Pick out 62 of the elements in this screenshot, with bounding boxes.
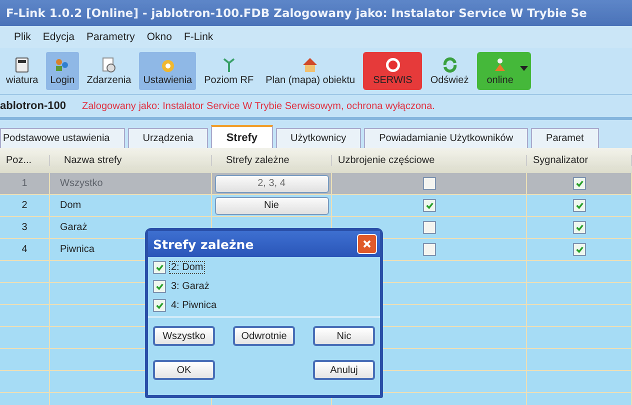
ok-button[interactable]: OK	[153, 360, 215, 380]
checkbox[interactable]	[572, 199, 586, 212]
table-cell: 4	[0, 239, 50, 260]
checkbox[interactable]	[153, 299, 166, 312]
menu-item[interactable]: F-Link	[184, 31, 214, 43]
keypad-icon	[14, 56, 30, 72]
toolbar-button[interactable]: Poziom RF	[200, 52, 258, 90]
column-header[interactable]: Sygnalizator	[527, 155, 632, 166]
cancel-button[interactable]: Anuluj	[313, 360, 375, 380]
toolbar-button[interactable]: wiatura	[2, 52, 42, 90]
table-cell: Dom	[50, 195, 212, 216]
tab[interactable]: Podstawowe ustawienia	[0, 128, 125, 148]
toolbar-button[interactable]: Plan (mapa) obiektu	[262, 52, 360, 90]
window-title: F-Link 1.0.2 [Online] - jablotron-100.FDB Zalogowany jako: Instalator Service W Trybie Se	[6, 6, 587, 20]
table-cell: 2	[0, 195, 50, 216]
toolbar-button[interactable]: Odśwież	[426, 52, 473, 90]
column-header[interactable]: Uzbrojenie częściowe	[332, 155, 527, 166]
antenna-icon	[220, 56, 237, 72]
checkbox[interactable]	[153, 280, 166, 293]
tab[interactable]: Urządzenia	[128, 128, 208, 148]
toolbar-button[interactable]: Zdarzenia	[82, 52, 136, 90]
column-header[interactable]: Strefy zależne	[212, 155, 332, 166]
column-header[interactable]: Nazwa strefy	[50, 155, 212, 166]
table-cell: 1	[0, 173, 50, 194]
menu-item[interactable]: Edycja	[42, 31, 74, 43]
menu-item[interactable]: Okno	[146, 31, 172, 43]
tab[interactable]: Strefy	[211, 125, 273, 148]
toolbar-button[interactable]: Login	[46, 52, 79, 90]
device-name: ablotron-100	[0, 100, 66, 112]
tab[interactable]: Paramet	[531, 128, 599, 148]
users-icon	[54, 56, 70, 72]
house-icon	[302, 56, 318, 72]
menu-item[interactable]: Plik	[14, 31, 31, 43]
dialog-button[interactable]: Wszystko	[153, 326, 215, 346]
menu-item[interactable]: Parametry	[86, 31, 135, 43]
toolbar-button[interactable]: SERWIS	[363, 52, 422, 90]
close-icon	[362, 239, 372, 249]
checkbox[interactable]	[422, 243, 436, 256]
dialog-button[interactable]: Nic	[313, 326, 375, 346]
dialog-button[interactable]: Odwrotnie	[233, 326, 295, 346]
column-header[interactable]: Poz...	[0, 155, 50, 166]
refresh-icon	[442, 56, 458, 72]
checkbox[interactable]	[572, 221, 586, 234]
tab[interactable]: Powiadamianie Użytkowników	[364, 128, 528, 148]
dropdown-arrow-icon[interactable]	[520, 66, 528, 71]
close-button[interactable]	[357, 234, 377, 254]
checkbox[interactable]	[572, 243, 586, 256]
dependent-zones-button[interactable]: Nie	[214, 196, 328, 214]
status-message: Zalogowany jako: Instalator Service W Trybie Serwisowym, ochrona wyłączona.	[82, 100, 435, 112]
table-cell: Wszystko	[50, 173, 212, 194]
checkbox[interactable]	[153, 261, 166, 274]
table-cell: 3	[0, 217, 50, 238]
checkbox-label[interactable]: 4: Piwnica	[170, 300, 218, 311]
toolbar-button[interactable]: online	[476, 52, 532, 90]
table-row[interactable]: 2 Dom Nie	[0, 195, 632, 217]
checkbox[interactable]	[422, 221, 436, 234]
document-clock-icon	[100, 56, 117, 72]
checkbox-label[interactable]: 2: Dom	[170, 262, 204, 273]
tab[interactable]: Użytkownicy	[276, 128, 362, 148]
checkbox[interactable]	[422, 199, 436, 212]
toolbar-button[interactable]: Ustawienia	[139, 52, 196, 90]
checkbox-label[interactable]: 3: Garaż	[170, 281, 210, 292]
